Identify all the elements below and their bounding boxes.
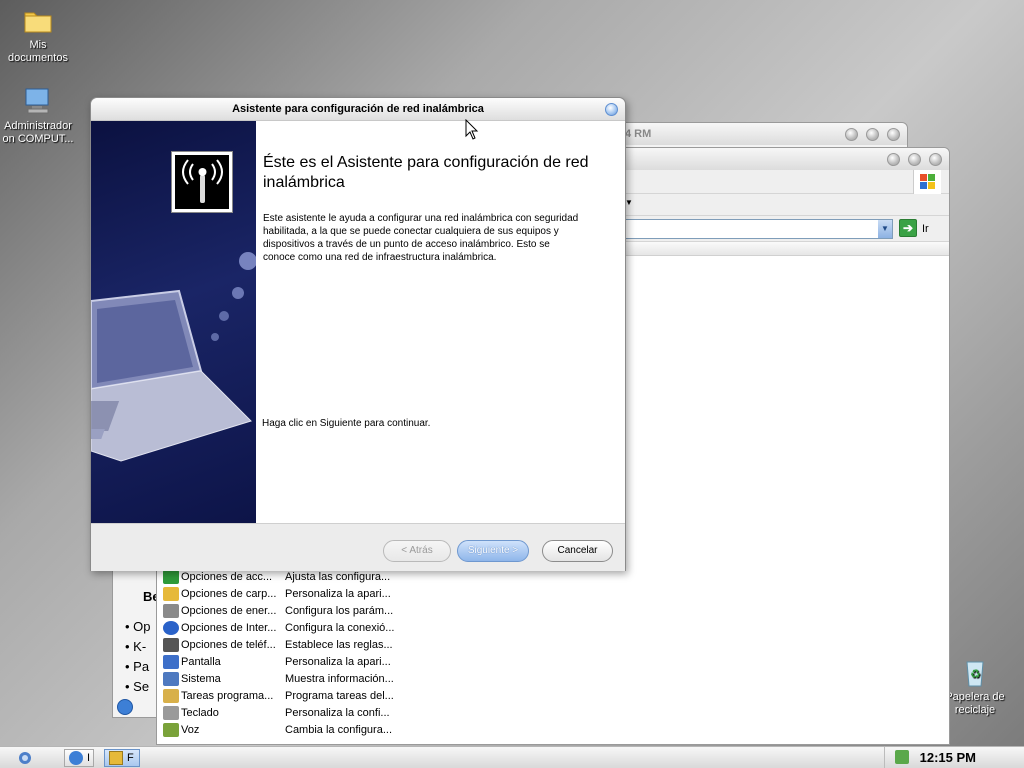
mouse-cursor-icon [465,119,479,140]
wizard-footer: < Atrás Siguiente > Cancelar [91,523,625,571]
go-button-label[interactable]: Ir [922,223,929,235]
list-item[interactable]: Sistema Muestra información... [163,670,403,687]
start-button[interactable] [16,750,34,766]
minimize-button[interactable] [845,128,858,141]
wizard-titlebar[interactable]: Asistente para configuración de red inal… [91,98,625,121]
display-icon [163,654,179,669]
list-item[interactable]: • Se [125,679,149,694]
wizard-title: Asistente para configuración de red inal… [232,103,484,115]
wizard-side-banner [91,121,256,523]
list-item[interactable]: Opciones de ener... Configura los parám..… [163,602,403,619]
clock[interactable]: 12:15 PM [920,750,976,765]
start-icon [19,752,31,764]
network-tray-icon[interactable] [895,750,909,764]
windows-logo-icon [913,170,941,194]
maximize-button[interactable] [866,128,879,141]
minimize-button[interactable] [887,153,900,166]
folder-icon [22,4,54,36]
list-item[interactable]: Teclado Personaliza la confi... [163,704,403,721]
ie-icon [69,751,83,765]
cancel-button[interactable]: Cancelar [542,540,613,562]
list-item[interactable]: Voz Cambia la configura... [163,721,403,738]
close-button[interactable] [929,153,942,166]
wireless-setup-wizard[interactable]: Asistente para configuración de red inal… [90,97,626,571]
next-button[interactable]: Siguiente > [457,540,529,562]
desktop-icon-computer[interactable]: Administrador on COMPUT... [0,85,78,146]
computer-icon [22,85,54,117]
ie-icon[interactable] [117,699,133,715]
desktop-icon-label: Administrador on COMPUT... [2,120,74,145]
desktop-icon-label: Mis documentos [8,39,68,64]
close-button[interactable] [887,128,900,141]
system-tray: 12:15 PM [884,747,1024,768]
wizard-app-icon [109,751,123,765]
wizard-content: Éste es el Asistente para configuración … [256,121,625,523]
maximize-button[interactable] [908,153,921,166]
recycle-bin-icon: ♻ [959,656,991,688]
wizard-heading: Éste es el Asistente para configuración … [263,154,589,191]
folder-options-icon [163,586,179,601]
power-options-icon [163,603,179,618]
list-item[interactable]: • K- [125,639,146,654]
list-item[interactable]: Opciones de teléf... Establece las reglas… [163,636,403,653]
list-item[interactable]: • Op [125,619,151,634]
internet-options-icon [163,620,179,635]
go-arrow-icon[interactable]: ➔ [899,219,917,237]
accessibility-icon [163,569,179,584]
wizard-continue-text: Haga clic en Siguiente para continuar. [262,418,431,429]
taskbar-item[interactable]: I [64,749,94,767]
chevron-down-icon[interactable]: ▼ [625,198,633,207]
taskbar-item-active[interactable]: F [104,749,140,767]
wizard-description: Este asistente le ayuda a configurar una… [263,213,579,263]
back-button[interactable]: < Atrás [383,540,451,562]
address-dropdown-button[interactable]: ▼ [878,220,892,238]
list-item[interactable]: • Pa [125,659,149,674]
close-button[interactable] [605,103,618,116]
list-item[interactable]: Pantalla Personaliza la apari... [163,653,403,670]
scheduled-tasks-icon [163,688,179,703]
desktop-icon-my-documents[interactable]: Mis documentos [0,4,78,65]
list-item[interactable]: Tareas programa... Programa tareas del... [163,687,403,704]
phone-options-icon [163,637,179,652]
system-icon [163,671,179,686]
svg-text:♻: ♻ [970,667,981,681]
speech-icon [163,722,179,737]
background-window-title: 4 RM [625,128,652,140]
taskbar: I F 12:15 PM [0,746,1024,768]
list-item[interactable]: Opciones de carp... Personaliza la apari.… [163,585,403,602]
control-panel-list: Opciones de acc... Ajusta las configura..… [163,568,403,738]
keyboard-icon [163,705,179,720]
laptop-illustration [91,252,256,462]
list-item[interactable]: Opciones de Inter... Configura la conexió… [163,619,403,636]
